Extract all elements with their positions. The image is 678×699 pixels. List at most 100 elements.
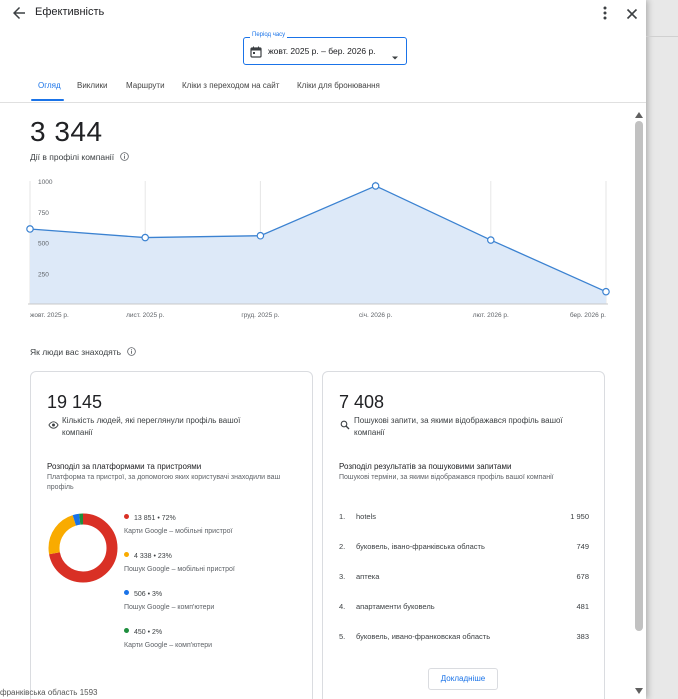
query-index: 1. bbox=[339, 512, 346, 521]
actions-label-text: Дії в профілі компанії bbox=[30, 152, 115, 162]
content-area[interactable]: 3 344 Дії в профілі компанії 1000 750 500 2… bbox=[0, 103, 646, 699]
tab-website-clicks[interactable]: Кліки з переходом на сайт bbox=[182, 81, 279, 90]
legend-dot bbox=[124, 590, 129, 595]
query-row: 4. апартаменти буковель 481 bbox=[339, 602, 589, 616]
chart-area bbox=[30, 185, 606, 304]
scroll-up-arrow-icon[interactable] bbox=[634, 106, 644, 118]
chart-x-tick-label: жовт. 2025 р. bbox=[30, 312, 69, 319]
chart-point[interactable] bbox=[486, 236, 495, 244]
legend-stat: 4 338 • 23% bbox=[134, 553, 172, 560]
legend-dot bbox=[124, 628, 129, 633]
calendar-icon bbox=[250, 45, 262, 58]
search-queries-card: 7 408 Пошукові запити, за якими відображ… bbox=[322, 371, 605, 699]
arrow-back-icon[interactable] bbox=[10, 4, 28, 22]
scrollbar[interactable] bbox=[632, 103, 646, 699]
searches-total: 7 408 bbox=[339, 392, 385, 412]
profile-views-card: 19 145 Кількість людей, які переглянули … bbox=[30, 371, 313, 699]
scroll-down-arrow-icon[interactable] bbox=[634, 682, 644, 694]
chart-y-tick-label: 750 bbox=[38, 210, 49, 217]
query-row: 2. буковель, івано-франківська область 749 bbox=[339, 542, 589, 556]
legend-stat: 450 • 2% bbox=[134, 629, 163, 636]
legend-desc: Пошук Google – мобільні пристрої bbox=[124, 566, 235, 573]
query-count: 481 bbox=[576, 602, 589, 611]
tab-calls[interactable]: Виклики bbox=[77, 81, 108, 90]
query-count: 749 bbox=[576, 542, 589, 551]
legend-desc: Карти Google – мобільні пристрої bbox=[124, 528, 233, 535]
legend-item: 13 851 • 72% bbox=[124, 512, 176, 525]
info-icon[interactable] bbox=[127, 347, 137, 356]
legend-item: 506 • 3% bbox=[124, 588, 162, 601]
legend-item: 450 • 2% bbox=[124, 626, 162, 639]
query-count: 383 bbox=[576, 632, 589, 641]
more-vert-icon[interactable] bbox=[598, 4, 612, 22]
chart-x-tick-label: січ. 2026 р. bbox=[359, 311, 393, 319]
views-subtitle: Кількість людей, які переглянули профіль… bbox=[62, 416, 241, 437]
query-term: буковель, ивано-франковская область bbox=[356, 632, 491, 641]
chart-y-tick-label: 1000 bbox=[38, 179, 53, 186]
queries-section-title: Розподіл результатів за пошуковими запит… bbox=[339, 462, 512, 471]
chart-y-tick-label: 500 bbox=[38, 241, 49, 248]
scrollbar-thumb[interactable] bbox=[635, 121, 643, 631]
legend-dot bbox=[124, 514, 129, 519]
chart-x-tick-label: груд. 2025 р. bbox=[241, 312, 279, 319]
more-details-button[interactable]: Докладніше bbox=[428, 668, 498, 690]
legend-stat: 506 • 3% bbox=[134, 591, 163, 598]
query-row: 3. аптека 678 bbox=[339, 572, 589, 586]
chart-point[interactable] bbox=[141, 233, 150, 242]
close-icon[interactable] bbox=[624, 4, 640, 22]
tab-bar: Огляд Виклики Маршрути Кліки з переходом… bbox=[0, 76, 646, 103]
platform-donut-chart bbox=[48, 513, 118, 583]
background-divider bbox=[646, 36, 678, 37]
actions-chart: 1000 750 500 250 жовт. 2025 р. лист. 2025 р. г… bbox=[26, 179, 610, 319]
chart-point[interactable] bbox=[26, 225, 34, 233]
active-tab-indicator bbox=[31, 99, 64, 101]
query-count: 1 950 bbox=[570, 512, 589, 521]
legend-desc: Карти Google – комп'ютери bbox=[124, 642, 213, 649]
period-label: Період часу bbox=[250, 32, 288, 38]
chart-point[interactable] bbox=[256, 231, 265, 240]
query-index: 5. bbox=[339, 632, 346, 641]
tab-directions[interactable]: Маршрути bbox=[126, 81, 165, 90]
eye-icon bbox=[48, 417, 59, 429]
chart-point[interactable] bbox=[602, 287, 610, 296]
platform-section-title: Розподіл за платформами та пристроями bbox=[47, 462, 202, 471]
discovery-label: Як люди вас знаходять bbox=[30, 347, 137, 357]
query-count: 678 bbox=[576, 572, 589, 581]
dialog-header: Ефективність bbox=[0, 0, 646, 28]
views-total: 19 145 bbox=[47, 392, 103, 412]
chart-x-tick-label: лют. 2026 р. bbox=[473, 312, 509, 319]
tab-overview[interactable]: Огляд bbox=[38, 81, 61, 90]
legend-stat: 13 851 • 72% bbox=[134, 515, 176, 522]
performance-dialog: Ефективність Період часу жовт. 2025 р. –… bbox=[0, 0, 646, 699]
discovery-label-text: Як люди вас знаходять bbox=[30, 347, 122, 357]
dropdown-arrow-icon bbox=[391, 48, 399, 60]
query-index: 3. bbox=[339, 572, 346, 581]
period-value: жовт. 2025 р. – бер. 2026 р. bbox=[268, 46, 376, 56]
info-icon[interactable] bbox=[120, 152, 130, 161]
actions-total: 3 344 bbox=[30, 116, 103, 147]
query-term: hotels bbox=[356, 512, 377, 521]
query-index: 2. bbox=[339, 542, 346, 551]
searches-subtitle: Пошукові запити, за якими відображався п… bbox=[354, 416, 563, 437]
chart-x-tick-label: бер. 2026 р. bbox=[570, 311, 606, 319]
query-index: 4. bbox=[339, 602, 346, 611]
query-row: 5. буковель, ивано-франковская область 383 bbox=[339, 632, 589, 646]
query-term: аптека bbox=[356, 572, 380, 581]
query-term: апартаменти буковель bbox=[356, 602, 435, 611]
period-select[interactable]: Період часу жовт. 2025 р. – бер. 2026 р. bbox=[243, 32, 407, 65]
legend-item: 4 338 • 23% bbox=[124, 550, 172, 563]
chart-y-tick-label: 250 bbox=[38, 271, 49, 278]
actions-label: Дії в профілі компанії bbox=[30, 152, 130, 162]
legend-dot bbox=[124, 552, 129, 557]
dialog-title: Ефективність bbox=[35, 6, 105, 18]
queries-section-desc: Пошукові терміни, за якими відображався … bbox=[339, 474, 554, 481]
query-row: 1. hotels 1 950 bbox=[339, 512, 589, 526]
query-term: буковель, івано-франківська область bbox=[356, 542, 485, 551]
platform-section-desc: Платформа та пристрої, за допомогою яких… bbox=[47, 474, 281, 491]
tab-booking-clicks[interactable]: Кліки для бронювання bbox=[297, 81, 380, 90]
chart-point[interactable] bbox=[371, 182, 380, 190]
background-partial-text: франківська область 1593 bbox=[0, 688, 98, 697]
legend-desc: Пошук Google – комп'ютери bbox=[124, 604, 215, 611]
chart-x-tick-label: лист. 2025 р. bbox=[126, 312, 164, 319]
search-icon bbox=[340, 417, 351, 430]
